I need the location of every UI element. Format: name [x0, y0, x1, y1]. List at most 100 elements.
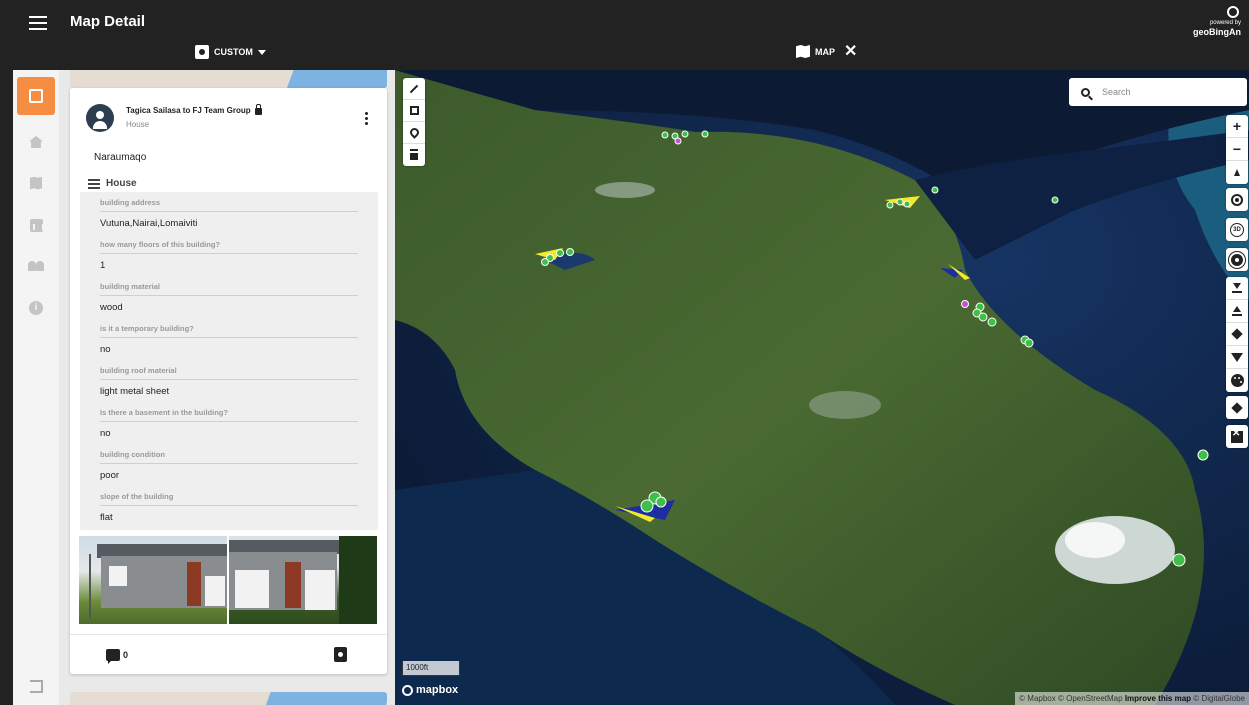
field-value: light metal sheet — [100, 386, 170, 397]
nav-map[interactable] — [17, 164, 55, 202]
download-button[interactable] — [1226, 277, 1248, 300]
add-filter-button[interactable] — [1226, 346, 1248, 369]
author-text: Tagica Sailasa to FJ Team Group — [126, 106, 251, 115]
comments-button[interactable]: 0 — [106, 649, 129, 664]
improve-map-link[interactable]: Improve this map — [1125, 694, 1191, 703]
caret-down-icon — [257, 49, 266, 55]
geolocate-button[interactable] — [1226, 188, 1248, 211]
field-label: how many floors of this building? — [100, 240, 358, 254]
people-icon — [28, 261, 44, 271]
nav-stats[interactable] — [17, 206, 55, 244]
home-icon — [29, 136, 43, 148]
assignment-icon[interactable] — [334, 647, 347, 662]
settings-box-icon — [195, 45, 209, 59]
style-button[interactable] — [1226, 369, 1248, 392]
field-material: building material wood — [100, 282, 358, 313]
field-value: no — [100, 344, 111, 355]
previous-post-card[interactable] — [70, 70, 387, 88]
field-value: flat — [100, 512, 113, 523]
nav-edit[interactable] — [17, 77, 55, 115]
fullscreen-icon — [1231, 429, 1243, 443]
comment-count: 0 — [123, 650, 129, 660]
close-map-icon[interactable]: ✕ — [844, 43, 857, 59]
avatar-icon[interactable] — [86, 104, 114, 132]
zoom-out-button[interactable]: − — [1226, 138, 1248, 161]
top-bar: Map Detail powered by geoBingAn CUSTOM M… — [0, 0, 1249, 70]
field-label: slope of the building — [100, 492, 358, 506]
fullscreen-control — [1226, 425, 1248, 448]
field-slope: slope of the building flat — [100, 492, 358, 523]
nav-logout[interactable] — [17, 667, 55, 705]
list-icon — [88, 179, 100, 189]
nav-groups[interactable] — [17, 247, 55, 285]
form-fields: building address Vutuna,Nairai,Lomaiviti… — [80, 192, 378, 530]
polygon-icon — [409, 106, 419, 115]
post-feed[interactable]: Tagica Sailasa to FJ Team Group House Na… — [59, 70, 395, 705]
add-layer-icon — [1231, 328, 1243, 340]
layers-button[interactable] — [1226, 396, 1248, 419]
nav-home[interactable] — [17, 123, 55, 161]
map-attribution: © Mapbox © OpenStreetMap Improve this ma… — [1015, 692, 1249, 705]
satellite-map[interactable]: + − 3D 1000ft mapbox — [395, 70, 1249, 705]
field-label: Is there a basement in the building? — [100, 408, 358, 422]
comment-icon — [106, 649, 120, 664]
geolocate-control — [1226, 188, 1248, 211]
map-icon — [30, 176, 42, 190]
custom-dropdown-button[interactable]: CUSTOM — [195, 45, 266, 59]
hamburger-menu-icon[interactable] — [26, 12, 50, 34]
post-actions: 0 — [70, 634, 387, 674]
search-icon — [1081, 87, 1090, 97]
layers-icon — [1231, 401, 1243, 414]
settings-control — [1226, 248, 1248, 271]
draw-toolbar — [403, 78, 425, 166]
3d-toggle-button[interactable]: 3D — [1226, 218, 1248, 241]
attribution-text[interactable]: © Mapbox © OpenStreetMap — [1019, 694, 1122, 703]
3d-icon: 3D — [1230, 222, 1244, 237]
field-building-address: building address Vutuna,Nairai,Lomaiviti — [100, 198, 358, 229]
house-photo-1[interactable] — [79, 536, 227, 624]
map-terrain — [395, 70, 1249, 705]
field-label: building roof material — [100, 366, 358, 380]
field-label: building address — [100, 198, 358, 212]
attribution-digitalglobe[interactable]: © DigitalGlobe — [1193, 694, 1245, 703]
fullscreen-button[interactable] — [1226, 425, 1248, 448]
next-post-card[interactable] — [70, 692, 387, 705]
mapbox-logo[interactable]: mapbox — [402, 684, 458, 696]
more-options-icon[interactable] — [363, 112, 369, 126]
post-author: Tagica Sailasa to FJ Team Group — [126, 104, 262, 115]
nav-info[interactable]: i — [17, 289, 55, 327]
map-pin-icon — [407, 126, 421, 139]
mapbox-icon — [402, 684, 413, 696]
info-icon: i — [29, 301, 43, 315]
search-input[interactable] — [1102, 87, 1232, 97]
trash-icon — [410, 150, 418, 160]
map-search[interactable] — [1069, 78, 1247, 106]
map-settings-button[interactable] — [1226, 248, 1248, 271]
draw-polygon-tool[interactable] — [403, 100, 425, 122]
add-layer-button[interactable] — [1226, 323, 1248, 346]
gear-icon — [1231, 253, 1243, 266]
zoom-in-button[interactable]: + — [1226, 115, 1248, 138]
upload-button[interactable] — [1226, 300, 1248, 323]
field-floors: how many floors of this building? 1 — [100, 240, 358, 271]
delete-tool[interactable] — [403, 144, 425, 166]
house-photo-2[interactable] — [229, 536, 377, 624]
section-title: House — [106, 178, 137, 189]
draw-line-tool[interactable] — [403, 78, 425, 100]
field-value: Vutuna,Nairai,Lomaiviti — [100, 218, 198, 229]
compass-button[interactable] — [1226, 161, 1248, 184]
draw-point-tool[interactable] — [403, 122, 425, 144]
place-name: Naraumaqo — [94, 152, 147, 163]
target-icon — [1231, 193, 1243, 206]
field-value: no — [100, 428, 111, 439]
geobingan-logo-icon — [1227, 6, 1239, 18]
post-card[interactable]: Tagica Sailasa to FJ Team Group House Na… — [70, 88, 387, 674]
palette-icon — [1230, 374, 1244, 387]
map-tab-label: MAP — [815, 46, 835, 57]
page-title: Map Detail — [70, 13, 146, 30]
brand-name: geoBingAn — [1193, 27, 1241, 37]
field-basement: Is there a basement in the building? no — [100, 408, 358, 439]
field-label: is it a temporary building? — [100, 324, 358, 338]
side-nav-rail: i — [13, 70, 59, 705]
map-tab[interactable]: MAP ✕ — [796, 43, 857, 59]
